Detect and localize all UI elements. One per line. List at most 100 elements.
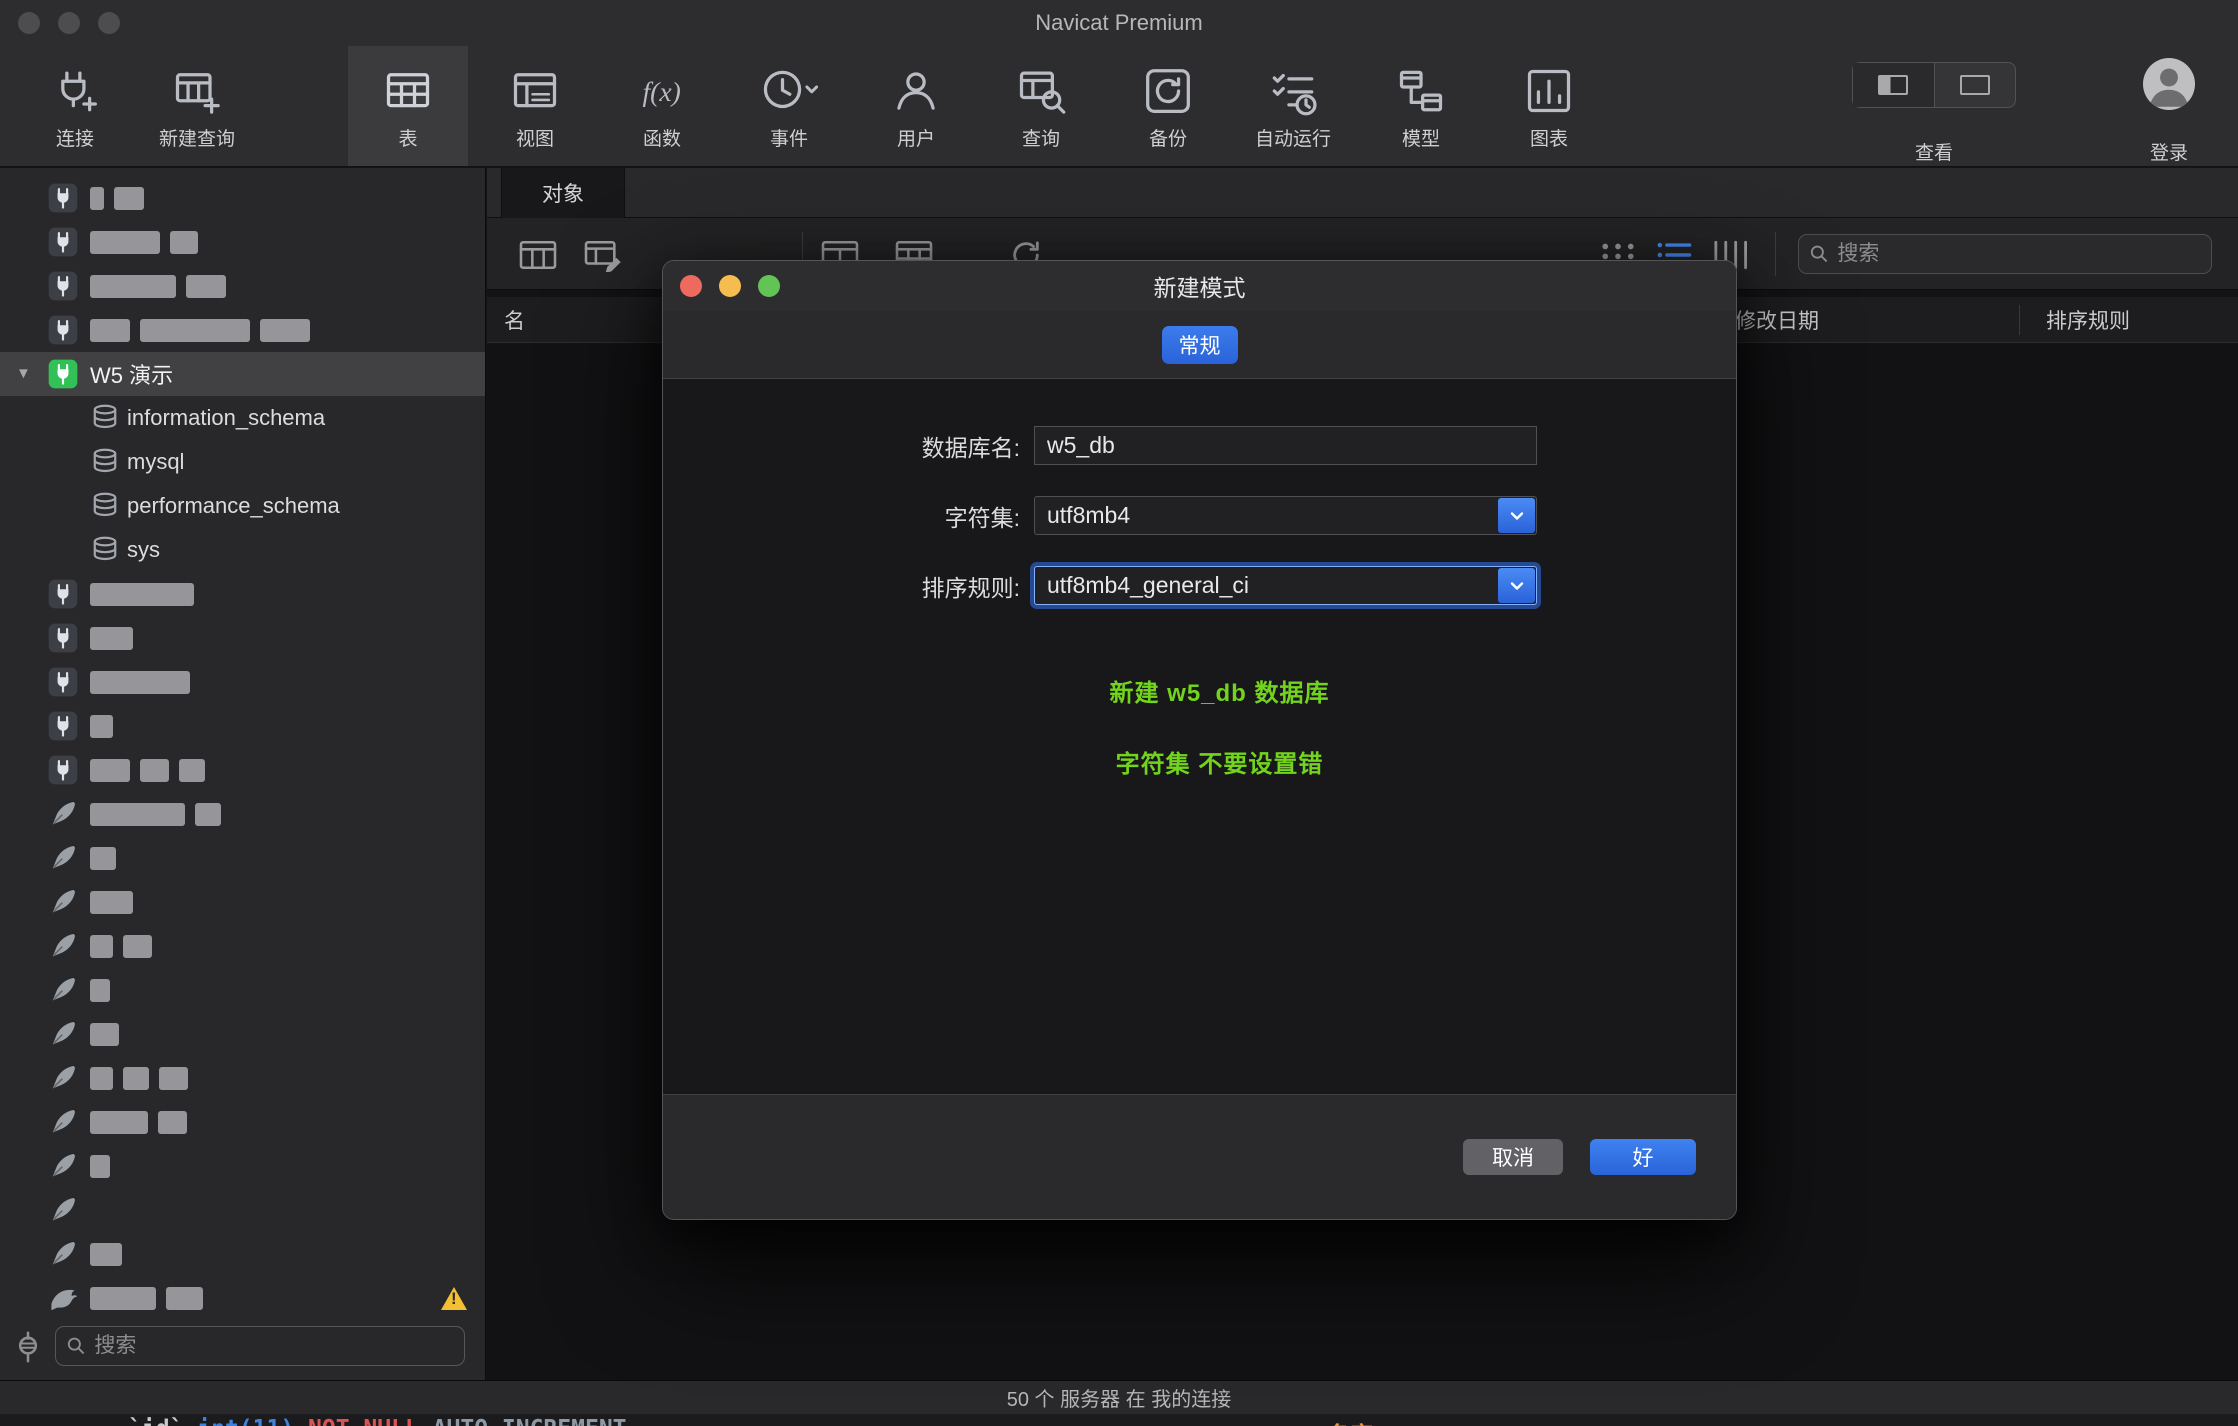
window-title: Navicat Premium	[0, 0, 2238, 46]
sidebar-item-database[interactable]: sys	[0, 528, 485, 572]
show-info-toggle[interactable]	[1934, 63, 2016, 107]
dialog-minimize-button[interactable]	[719, 275, 741, 297]
database-name-input[interactable]	[1034, 426, 1537, 465]
chevron-down-icon[interactable]	[1498, 498, 1535, 533]
titlebar: Navicat Premium	[0, 0, 2238, 46]
database-icon	[90, 491, 120, 521]
connection-toggle-icon[interactable]	[12, 1330, 44, 1364]
toolbar-item-backup[interactable]: 备份	[1108, 46, 1228, 166]
sidebar-item-connection[interactable]	[0, 1100, 485, 1144]
dialog-zoom-button[interactable]	[758, 275, 780, 297]
toolbar-item-model[interactable]: 模型	[1361, 46, 1481, 166]
sql-token: `id`	[128, 1416, 197, 1426]
toolbar-item-automation[interactable]: 自动运行	[1233, 46, 1353, 166]
sidebar-item-label: W5 演示	[90, 358, 173, 390]
redacted-label	[90, 1155, 110, 1178]
sidebar-item-label: performance_schema	[127, 493, 340, 519]
toolbar-item-query[interactable]: 查询	[981, 46, 1101, 166]
column-header-collation[interactable]: 排序规则	[2046, 297, 2130, 343]
redacted-label	[114, 187, 144, 210]
sidebar-item-connection[interactable]	[0, 1188, 485, 1232]
quill-icon	[48, 887, 78, 917]
sidebar-item-connection[interactable]	[0, 176, 485, 220]
sidebar-item-database[interactable]: mysql	[0, 440, 485, 484]
cancel-button[interactable]: 取消	[1463, 1139, 1563, 1175]
sidebar-item-connection[interactable]: ▼ W5 演示	[0, 352, 485, 396]
sidebar-item-database[interactable]: information_schema	[0, 396, 485, 440]
redacted-label	[90, 1023, 119, 1046]
toolbar-item-functions[interactable]: f(x) 函数	[602, 46, 722, 166]
sidebar-item-connection[interactable]	[0, 572, 485, 616]
quill-icon	[48, 1107, 78, 1137]
object-search[interactable]	[1798, 234, 2212, 274]
sidebar-item-database[interactable]: performance_schema	[0, 484, 485, 528]
disclosure-triangle-icon[interactable]: ▼	[16, 365, 31, 382]
main-toolbar: 连接 新建查询 表 视图 f(x) 函数	[0, 46, 2238, 167]
user-icon	[890, 58, 942, 124]
connection-icon	[48, 711, 78, 741]
redacted-label	[123, 1067, 149, 1090]
sidebar-item-connection[interactable]	[0, 880, 485, 924]
redacted-label	[260, 319, 310, 342]
open-table-button[interactable]	[514, 235, 562, 275]
sidebar-item-connection[interactable]	[0, 968, 485, 1012]
column-separator[interactable]	[2019, 305, 2020, 335]
column-header-modified-date[interactable]: 修改日期	[1735, 297, 1819, 343]
design-table-button[interactable]	[579, 235, 627, 275]
login-avatar[interactable]	[2143, 58, 2195, 110]
dialog-close-button[interactable]	[680, 275, 702, 297]
charset-label: 字符集:	[663, 499, 1026, 533]
show-sidebar-toggle[interactable]	[1853, 63, 1934, 107]
sidebar-item-connection[interactable]	[0, 1144, 485, 1188]
dialog-title: 新建模式	[1154, 269, 1246, 303]
sql-token: AUTO_INCREMENT	[433, 1416, 627, 1426]
redacted-label	[90, 715, 113, 738]
sidebar-item-connection[interactable]	[0, 1056, 485, 1100]
collation-select[interactable]: utf8mb4_general_ci	[1034, 566, 1537, 605]
redacted-label	[170, 231, 198, 254]
sidebar-item-connection[interactable]	[0, 264, 485, 308]
toolbar-item-new-query[interactable]: 新建查询	[127, 46, 267, 166]
sidebar-item-connection[interactable]	[0, 660, 485, 704]
sidebar-item-connection[interactable]	[0, 1012, 485, 1056]
sidebar-item-connection[interactable]	[0, 1232, 485, 1276]
tab-label: 对象	[542, 178, 584, 208]
sql-token: int(11)	[197, 1416, 308, 1426]
column-header-name[interactable]: 名	[504, 297, 525, 343]
charset-select[interactable]: utf8mb4	[1034, 496, 1537, 535]
toolbar-item-tables[interactable]: 表	[348, 46, 468, 166]
chevron-down-icon[interactable]	[1498, 568, 1535, 603]
view-label: 查看	[1852, 138, 2016, 165]
sidebar-item-connection[interactable]	[0, 616, 485, 660]
charset-value: utf8mb4	[1047, 502, 1130, 529]
redacted-label	[90, 1067, 113, 1090]
object-search-input[interactable]	[1837, 242, 2201, 266]
sidebar-item-connection[interactable]	[0, 704, 485, 748]
sidebar-search-input[interactable]	[94, 1334, 454, 1358]
toolbar-item-connection[interactable]: 连接	[15, 46, 135, 166]
redacted-label	[90, 231, 160, 254]
sidebar-item-connection[interactable]	[0, 1276, 485, 1320]
sidebar-search[interactable]	[55, 1326, 465, 1366]
tab-objects[interactable]: 对象	[501, 168, 625, 218]
restore-arrow-icon	[1142, 58, 1194, 124]
toolbar-item-views[interactable]: 视图	[475, 46, 595, 166]
toolbar-item-users[interactable]: 用户	[856, 46, 976, 166]
sidebar-item-connection[interactable]	[0, 792, 485, 836]
toolbar-separator	[1775, 232, 1776, 276]
quill-icon	[48, 1019, 78, 1049]
sidebar-item-connection[interactable]	[0, 308, 485, 352]
sidebar-item-connection[interactable]	[0, 924, 485, 968]
toolbar-item-charts[interactable]: 图表	[1489, 46, 1609, 166]
sidebar-item-connection[interactable]	[0, 748, 485, 792]
ok-button[interactable]: 好	[1590, 1139, 1696, 1175]
background-code-strip: `id` int(11) NOT NULL AUTO_INCREMENT ADD…	[0, 1414, 2238, 1426]
sidebar-item-connection[interactable]	[0, 220, 485, 264]
dialog-footer: 取消 好	[663, 1094, 1736, 1219]
toolbar-item-events[interactable]: 事件	[729, 46, 849, 166]
mysql-dolphin-icon	[48, 1283, 78, 1313]
field-row-collation: 排序规则: utf8mb4_general_ci	[663, 566, 1736, 605]
sidebar-item-connection[interactable]	[0, 836, 485, 880]
redacted-label	[90, 759, 130, 782]
tab-general[interactable]: 常规	[1162, 326, 1238, 364]
